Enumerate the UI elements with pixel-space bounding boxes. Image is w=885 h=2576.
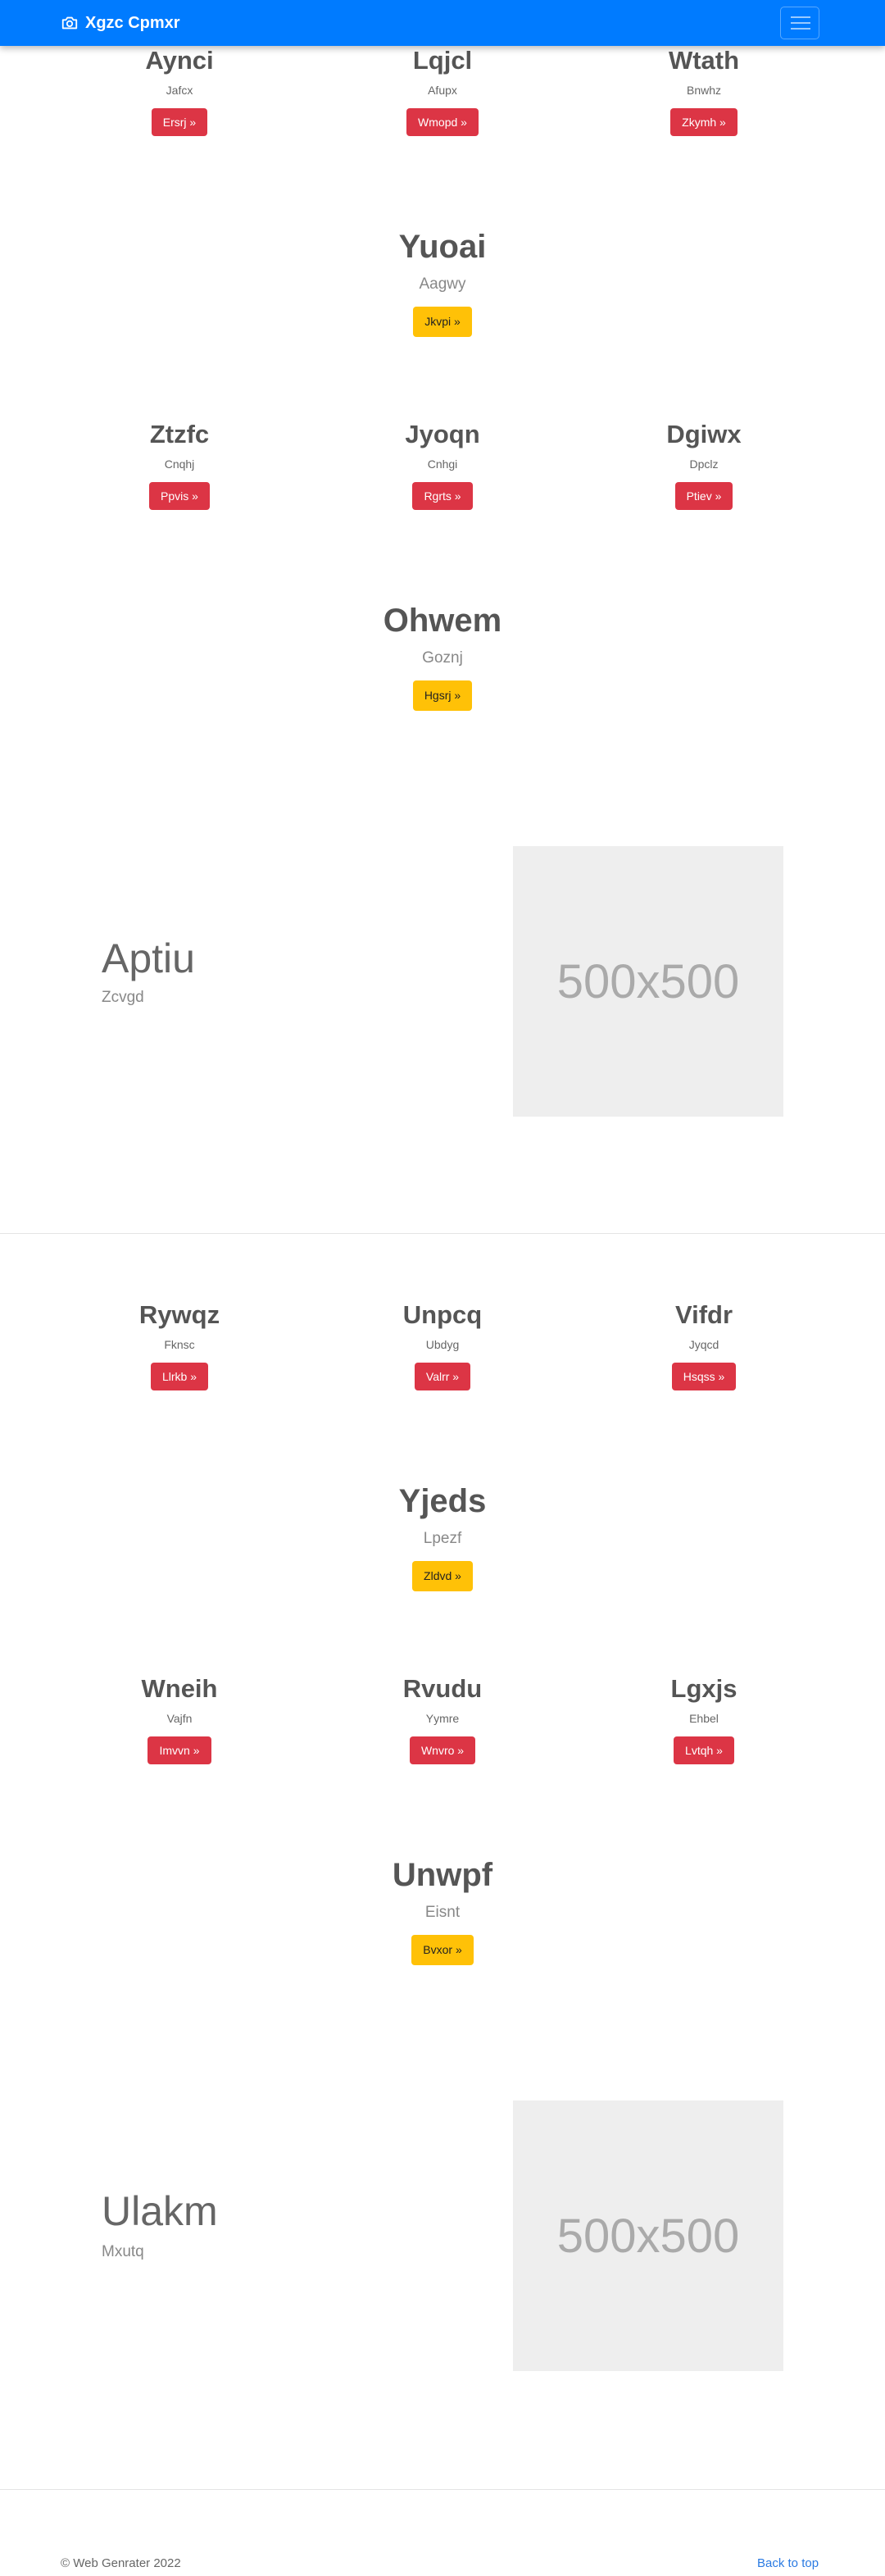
card-title: Wtath [668,46,740,75]
card-title: Dgiwx [666,420,742,448]
navbar-brand[interactable]: Xgzc Cpmxr [61,11,180,34]
placeholder-image-label: 500x500 [556,954,740,1008]
card-title: Aynci [145,46,214,75]
highlight-title: Unwpf [392,1857,493,1893]
card-button[interactable]: Lvtqh » [674,1736,734,1765]
highlight-button[interactable]: Jkvpi » [413,307,472,337]
footer-copyright: © Web Genrater 2022 [61,2556,181,2570]
card-title: Jyoqn [405,420,480,448]
feature-title: Ulakm [102,2188,218,2234]
placeholder-image: 500x500 [513,2100,783,2371]
highlight-block: Unwpf Eisnt Bvxor » [0,1856,885,1965]
card-button[interactable]: Zkymh » [670,107,738,137]
highlight-subtitle: Goznj [422,649,463,667]
card: Unpcq Ubdyg Valrr » [361,1300,524,1391]
card-subtitle: Ehbel [689,1711,719,1725]
card-subtitle: Yymre [425,1711,460,1725]
card-title: Wneih [141,1674,218,1703]
card-title: Rywqz [138,1300,220,1329]
feature-subtitle: Zcvgd [102,989,144,1006]
card-button[interactable]: Ersrj » [151,107,208,137]
highlight-block: Ohwem Goznj Hgsrj » [0,602,885,711]
card-button[interactable]: Imvvn » [148,1736,211,1765]
highlight-button[interactable]: Bvxor » [411,1935,474,1965]
navbar-toggle-button[interactable] [780,7,819,39]
placeholder-image-label: 500x500 [556,2209,740,2263]
card: Rywqz Fknsc Llrkb » [98,1300,261,1391]
card: Aynci Jafcx Ersrj » [98,46,261,137]
card-subtitle: Fknsc [164,1337,195,1351]
highlight-title: Yuoai [398,229,487,265]
highlight-title: Ohwem [383,603,502,639]
card: Dgiwx Dpclz Ptiev » [622,420,786,511]
card-subtitle: Vajfn [166,1711,193,1725]
card-subtitle: Ubdyg [425,1337,460,1351]
highlight-subtitle: Lpezf [423,1530,462,1547]
card: Ztzfc Cnqhj Ppvis » [98,420,261,511]
card-button[interactable]: Hsqss » [671,1362,737,1391]
highlight-block: Yjeds Lpezf Zldvd » [0,1482,885,1591]
card-button[interactable]: Rgrts » [412,481,473,511]
card-title: Rvudu [402,1674,483,1703]
card: Wtath Bnwhz Zkymh » [622,46,786,137]
highlight-button[interactable]: Hgsrj » [412,680,473,711]
card-subtitle: Jafcx [166,83,193,97]
card: Lqjcl Afupx Wmopd » [361,46,524,137]
card-button[interactable]: Wmopd » [406,107,479,137]
card-subtitle: Cnqhj [164,457,195,471]
card-title: Ztzfc [149,420,210,448]
back-to-top-link[interactable]: Back to top [757,2556,819,2570]
highlight-subtitle: Eisnt [424,1904,461,1921]
card: Rvudu Yymre Wnvro » [361,1674,524,1765]
placeholder-image: 500x500 [513,846,783,1117]
card-title: Vifdr [674,1300,733,1329]
section-divider [0,1233,885,1234]
highlight-subtitle: Aagwy [419,275,466,293]
card-button[interactable]: Valrr » [414,1362,471,1391]
card-subtitle: Bnwhz [686,83,722,97]
card-subtitle: Jyqcd [688,1337,719,1351]
card-subtitle: Dpclz [689,457,719,471]
card-button[interactable]: Ptiev » [674,481,733,511]
hamburger-menu-icon [791,16,810,30]
navbar: Xgzc Cpmxr [0,0,885,46]
card-button[interactable]: Wnvro » [409,1736,476,1765]
card-button[interactable]: Ppvis » [149,481,210,511]
feature-title: Aptiu [102,935,195,981]
card-subtitle: Afupx [428,83,457,97]
card-title: Lgxjs [670,1674,738,1703]
camera-icon [61,14,79,32]
highlight-button[interactable]: Zldvd » [412,1561,473,1591]
brand-name: Xgzc Cpmxr [85,13,180,32]
card: Jyoqn Cnhgi Rgrts » [361,420,524,511]
card-subtitle: Cnhgi [427,457,458,471]
highlight-title: Yjeds [398,1483,487,1519]
feature-subtitle: Mxutq [102,2243,144,2260]
card-title: Lqjcl [412,46,473,75]
card: Vifdr Jyqcd Hsqss » [622,1300,786,1391]
card: Lgxjs Ehbel Lvtqh » [622,1674,786,1765]
highlight-block: Yuoai Aagwy Jkvpi » [0,228,885,337]
card: Wneih Vajfn Imvvn » [98,1674,261,1765]
card-title: Unpcq [402,1300,483,1329]
card-button[interactable]: Llrkb » [150,1362,209,1391]
section-divider [0,2489,885,2490]
